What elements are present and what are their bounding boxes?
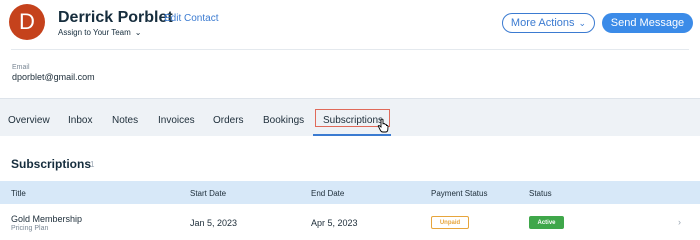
payment-status-badge: Unpaid [431, 216, 469, 229]
tab-inbox[interactable]: Inbox [68, 115, 92, 126]
edit-contact-link[interactable]: Edit Contact [164, 13, 218, 24]
column-header-start-date: Start Date [190, 189, 227, 198]
divider [11, 49, 689, 50]
end-date: Apr 5, 2023 [311, 218, 358, 228]
more-actions-label: More Actions [510, 17, 575, 29]
tab-invoices[interactable]: Invoices [158, 115, 195, 126]
subscriptions-count: 1 [90, 160, 95, 169]
contact-name: Derrick Porblet [58, 9, 173, 26]
active-tab-indicator [313, 134, 391, 136]
email-label: Email [12, 64, 30, 71]
tab-subscriptions[interactable]: Subscriptions [323, 115, 383, 126]
tab-bookings[interactable]: Bookings [263, 115, 304, 126]
contact-page: D Derrick Porblet Edit Contact Assign to… [0, 0, 700, 240]
chevron-down-icon: ⌄ [578, 17, 587, 28]
chevron-down-icon: ⌄ [134, 28, 142, 37]
hand-cursor-icon [377, 119, 389, 133]
column-header-status: Status [529, 189, 552, 198]
status-badge: Active [529, 216, 564, 229]
assign-dropdown[interactable]: Assign to Your Team ⌄ [58, 28, 142, 37]
table-header: Title Start Date End Date Payment Status… [0, 181, 700, 204]
section-title: Subscriptions [11, 157, 92, 171]
contact-header: D Derrick Porblet Edit Contact Assign to… [0, 0, 700, 96]
column-header-title: Title [11, 189, 26, 198]
assign-label: Assign to Your Team [58, 28, 131, 37]
chevron-right-icon[interactable]: › [678, 217, 681, 227]
tab-notes[interactable]: Notes [112, 115, 138, 126]
tab-orders[interactable]: Orders [213, 115, 244, 126]
subscription-title: Gold Membership [11, 214, 83, 224]
avatar[interactable]: D [9, 4, 45, 40]
more-actions-button[interactable]: More Actions ⌄ [502, 13, 595, 33]
email-value[interactable]: dporblet@gmail.com [12, 72, 95, 82]
send-message-button[interactable]: Send Message [602, 13, 693, 33]
tab-overview[interactable]: Overview [8, 115, 50, 126]
table-row[interactable]: Gold Membership Pricing Plan Jan 5, 2023… [0, 204, 700, 240]
column-header-end-date: End Date [311, 189, 345, 198]
column-header-payment-status: Payment Status [431, 189, 488, 198]
contact-tabs: Overview Inbox Notes Invoices Orders Boo… [0, 98, 700, 136]
start-date: Jan 5, 2023 [190, 218, 238, 228]
subscription-subtitle: Pricing Plan [11, 225, 49, 232]
